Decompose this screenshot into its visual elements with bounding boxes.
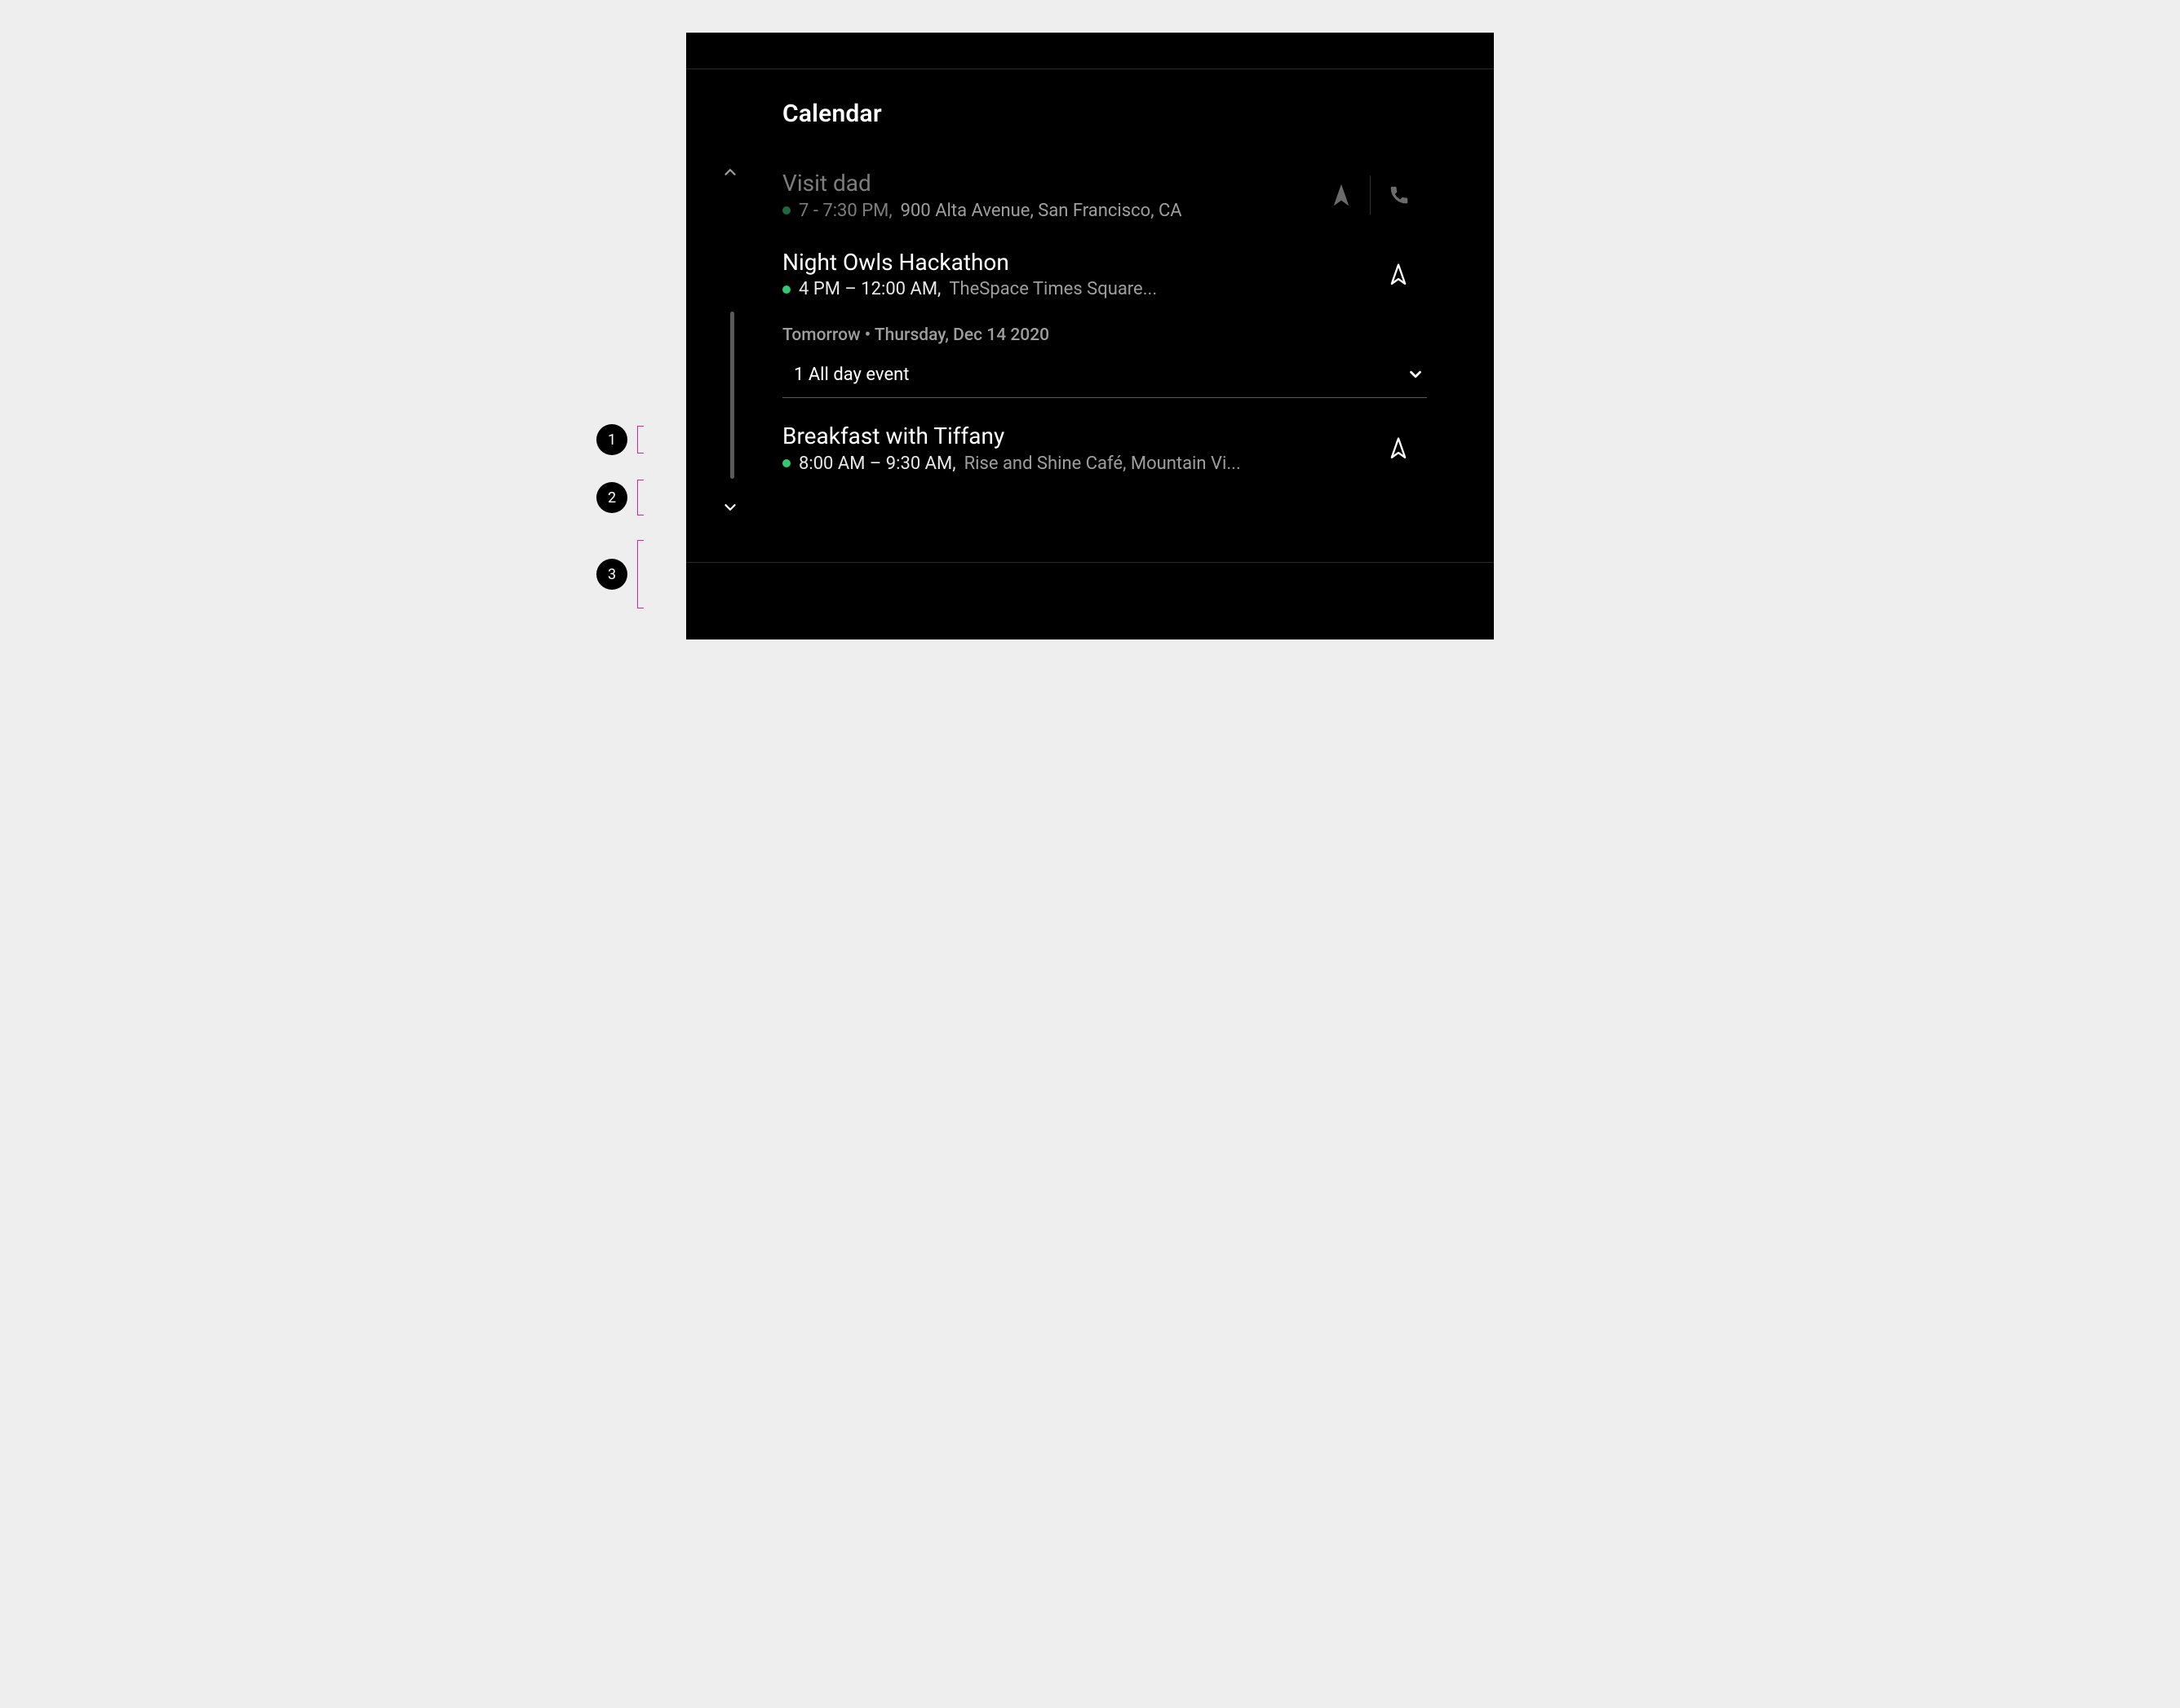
annotation-bracket	[637, 480, 644, 515]
event-title: Breakfast with Tiffany	[782, 423, 1427, 450]
annotation-bracket	[637, 426, 644, 454]
event-item-visit-dad[interactable]: Visit dad 7 - 7:30 PM, 900 Alta Avenue, …	[782, 160, 1427, 239]
event-subtitle: 4 PM – 12:00 AM, TheSpace Times Square..…	[782, 279, 1427, 299]
all-day-label: 1 All day event	[782, 365, 909, 385]
event-time: 8:00 AM – 9:30 AM,	[799, 454, 956, 474]
event-time: 4 PM – 12:00 AM,	[799, 279, 941, 299]
scroll-up-button[interactable]	[716, 157, 745, 187]
annotation-badge: 2	[596, 482, 627, 513]
annotation-1: 1	[596, 424, 644, 455]
section-header-tomorrow: Tomorrow • Thursday, Dec 14 2020	[782, 325, 1427, 345]
event-location: 900 Alta Avenue, San Francisco, CA	[901, 201, 1182, 221]
event-item-hackathon[interactable]: Night Owls Hackathon 4 PM – 12:00 AM, Th…	[782, 239, 1427, 318]
event-item-breakfast[interactable]: Breakfast with Tiffany 8:00 AM – 9:30 AM…	[782, 413, 1427, 492]
annotation-badge: 3	[596, 559, 627, 590]
chevron-up-icon	[721, 163, 739, 181]
event-location: TheSpace Times Square...	[949, 279, 1157, 299]
navigate-button[interactable]	[1370, 429, 1427, 468]
event-title: Night Owls Hackathon	[782, 249, 1427, 277]
annotation-bracket	[637, 540, 644, 608]
navigate-button[interactable]	[1313, 175, 1370, 215]
scroll-down-button[interactable]	[716, 493, 745, 522]
status-dot-icon	[782, 459, 791, 467]
status-dot-icon	[782, 206, 791, 215]
all-day-events-row[interactable]: 1 All day event	[782, 356, 1427, 398]
event-actions	[1370, 429, 1427, 468]
navigation-arrow-icon	[1387, 263, 1410, 285]
event-actions	[1370, 254, 1427, 294]
event-list: Visit dad 7 - 7:30 PM, 900 Alta Avenue, …	[782, 160, 1427, 492]
event-subtitle: 8:00 AM – 9:30 AM, Rise and Shine Café, …	[782, 454, 1427, 474]
expand-all-day-button[interactable]	[1404, 363, 1427, 386]
status-dot-icon	[782, 285, 791, 294]
chevron-down-icon	[721, 498, 739, 516]
scrollbar[interactable]	[730, 312, 734, 479]
navigation-arrow-icon	[1387, 437, 1410, 460]
phone-icon	[1389, 184, 1410, 206]
chevron-down-icon	[1407, 365, 1425, 383]
calendar-app-screen: Calendar Visit dad 7 - 7:30 PM, 900 Alta…	[686, 33, 1494, 639]
event-time: 7 - 7:30 PM,	[799, 201, 893, 221]
app-title: Calendar	[782, 100, 882, 128]
navigate-button[interactable]	[1370, 254, 1427, 294]
annotation-3: 3	[596, 540, 644, 608]
annotation-2: 2	[596, 480, 644, 515]
event-location: Rise and Shine Café, Mountain Vi...	[964, 454, 1241, 474]
navigation-arrow-icon	[1330, 184, 1353, 206]
event-actions	[1313, 175, 1427, 215]
call-button[interactable]	[1370, 175, 1427, 215]
annotation-badge: 1	[596, 424, 627, 455]
bottom-divider	[686, 562, 1494, 563]
